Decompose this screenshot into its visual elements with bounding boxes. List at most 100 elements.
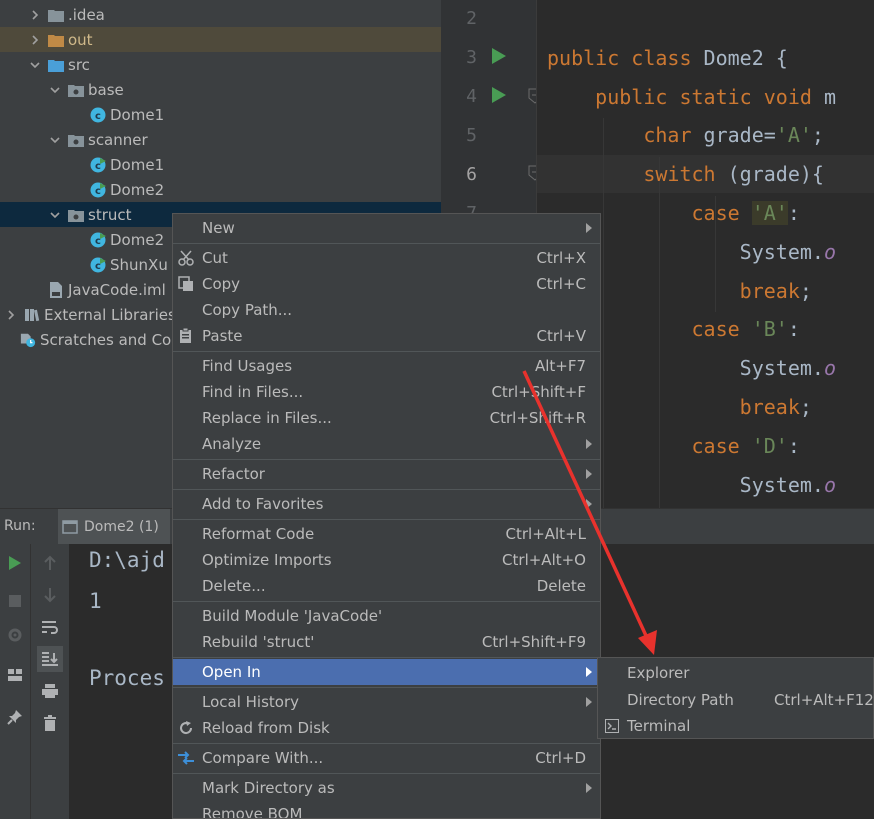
- tree-item[interactable]: src: [0, 52, 441, 77]
- clear-button[interactable]: [39, 712, 61, 734]
- submenu-arrow-icon: [586, 469, 592, 479]
- scroll-up-button[interactable]: [39, 552, 61, 574]
- tree-item[interactable]: c Dome1: [0, 102, 441, 127]
- submenu-item-terminal[interactable]: Terminal: [598, 713, 874, 739]
- menu-item-optimize-imports[interactable]: Optimize Imports Ctrl+Alt+O: [173, 547, 600, 573]
- submenu-arrow-icon: [586, 697, 592, 707]
- menu-item-label: Build Module 'JavaCode': [202, 607, 383, 625]
- menu-item-add-to-favorites[interactable]: Add to Favorites: [173, 491, 600, 517]
- menu-item-mark-directory-as[interactable]: Mark Directory as: [173, 775, 600, 801]
- submenu-item-directory-path[interactable]: Directory Path Ctrl+Alt+F12: [598, 687, 874, 713]
- submenu-item-label: Terminal: [627, 717, 691, 735]
- soft-wrap-button[interactable]: [39, 616, 61, 638]
- menu-item-refactor[interactable]: Refactor: [173, 461, 600, 487]
- menu-item-copy[interactable]: Copy Ctrl+C: [173, 271, 600, 297]
- menu-item-shortcut: Ctrl+X: [536, 249, 586, 267]
- menu-item-label: Add to Favorites: [202, 495, 324, 513]
- folder-icon: [48, 7, 64, 23]
- code-token: case: [691, 317, 752, 342]
- menu-separator: [173, 489, 600, 490]
- menu-separator: [173, 657, 600, 658]
- menu-item-find-in-files[interactable]: Find in Files... Ctrl+Shift+F: [173, 379, 600, 405]
- tree-item-label: out: [68, 30, 93, 49]
- tree-item[interactable]: out: [0, 27, 441, 52]
- menu-item-remove-bom[interactable]: Remove BOM: [173, 801, 600, 818]
- chevron-down-icon[interactable]: [28, 33, 42, 47]
- code-token: 'A': [775, 123, 812, 148]
- chevron-down-icon[interactable]: [48, 133, 62, 147]
- tree-item[interactable]: scanner: [0, 127, 441, 152]
- menu-item-open-in[interactable]: Open In: [173, 659, 600, 685]
- console-line: Proces: [89, 666, 165, 690]
- menu-item-shortcut: Delete: [536, 577, 586, 595]
- run-gutter-icon[interactable]: [491, 86, 507, 104]
- menu-item-replace-in-files[interactable]: Replace in Files... Ctrl+Shift+R: [173, 405, 600, 431]
- menu-item-reload-from-disk[interactable]: Reload from Disk: [173, 715, 600, 741]
- arrow-up-icon: [44, 555, 56, 570]
- menu-item-reformat-code[interactable]: Reformat Code Ctrl+Alt+L: [173, 521, 600, 547]
- chevron-right-icon[interactable]: [28, 8, 42, 22]
- code-token: ;: [811, 123, 824, 148]
- svg-text:c: c: [95, 111, 101, 122]
- menu-item-delete[interactable]: Delete... Delete: [173, 573, 600, 599]
- tree-item-label: Scratches and Co: [40, 330, 172, 349]
- menu-item-analyze[interactable]: Analyze: [173, 431, 600, 457]
- submenu-arrow-icon: [586, 499, 592, 509]
- class-runnable-icon: c: [90, 157, 106, 173]
- menu-item-label: New: [202, 219, 235, 237]
- tree-item[interactable]: c Dome2: [0, 177, 441, 202]
- submenu-item-explorer[interactable]: Explorer: [598, 660, 874, 686]
- tree-item[interactable]: c Dome1: [0, 152, 441, 177]
- menu-item-rebuild-struct[interactable]: Rebuild 'struct' Ctrl+Shift+F9: [173, 629, 600, 655]
- run-side-toolbar: [0, 544, 30, 819]
- stop-button[interactable]: [4, 590, 26, 612]
- scroll-to-end-button[interactable]: [37, 646, 63, 672]
- menu-item-label: Paste: [202, 327, 243, 345]
- menu-item-copy-path[interactable]: Copy Path...: [173, 297, 600, 323]
- chevron-right-icon[interactable]: [4, 308, 18, 322]
- pin-icon: [7, 710, 22, 725]
- menu-item-shortcut: Ctrl+Shift+F9: [481, 633, 586, 651]
- menu-item-paste[interactable]: Paste Ctrl+V: [173, 323, 600, 349]
- layout-button[interactable]: [4, 664, 26, 686]
- run-gutter-icon[interactable]: [491, 47, 507, 65]
- menu-item-label: Rebuild 'struct': [202, 633, 315, 651]
- menu-item-shortcut: Ctrl+C: [536, 275, 586, 293]
- menu-item-cut[interactable]: Cut Ctrl+X: [173, 245, 600, 271]
- tree-item[interactable]: .idea: [0, 2, 441, 27]
- class-runnable-icon: c: [90, 232, 106, 248]
- chevron-down-icon[interactable]: [48, 83, 62, 97]
- menu-item-compare-with[interactable]: Compare With... Ctrl+D: [173, 745, 600, 771]
- code-token: Dome2 {: [703, 45, 788, 70]
- chevron-down-icon[interactable]: [28, 58, 42, 72]
- run-tab[interactable]: Dome2 (1): [58, 509, 170, 545]
- code-token: ;: [799, 278, 812, 303]
- gear-icon: [8, 628, 22, 642]
- menu-item-label: Delete...: [202, 577, 266, 595]
- print-button[interactable]: [39, 680, 61, 702]
- menu-item-local-history[interactable]: Local History: [173, 689, 600, 715]
- tree-item-label: .idea: [68, 5, 105, 24]
- compare-icon: [177, 749, 195, 767]
- menu-item-find-usages[interactable]: Find Usages Alt+F7: [173, 353, 600, 379]
- tree-item[interactable]: base: [0, 77, 441, 102]
- code-token: o: [823, 356, 836, 381]
- chevron-down-icon[interactable]: [48, 208, 62, 222]
- menu-item-build-module-javacode[interactable]: Build Module 'JavaCode': [173, 603, 600, 629]
- menu-item-label: Copy Path...: [202, 301, 293, 319]
- scroll-down-button[interactable]: [39, 584, 61, 606]
- menu-item-label: Reload from Disk: [202, 719, 330, 737]
- console-tab-icon: [62, 520, 78, 534]
- menu-item-shortcut: Ctrl+D: [535, 749, 586, 767]
- menu-item-new[interactable]: New: [173, 215, 600, 241]
- menu-separator: [173, 351, 600, 352]
- settings-button[interactable]: [4, 624, 26, 646]
- pin-button[interactable]: [4, 706, 26, 728]
- rerun-button[interactable]: [4, 552, 26, 574]
- tree-item-label: ShunXu: [110, 255, 168, 274]
- line-number: 3: [466, 47, 477, 68]
- code-token: 'D': [751, 433, 788, 458]
- menu-item-label: Reformat Code: [202, 525, 315, 543]
- code-token: o: [823, 239, 836, 264]
- print-icon: [42, 684, 58, 698]
